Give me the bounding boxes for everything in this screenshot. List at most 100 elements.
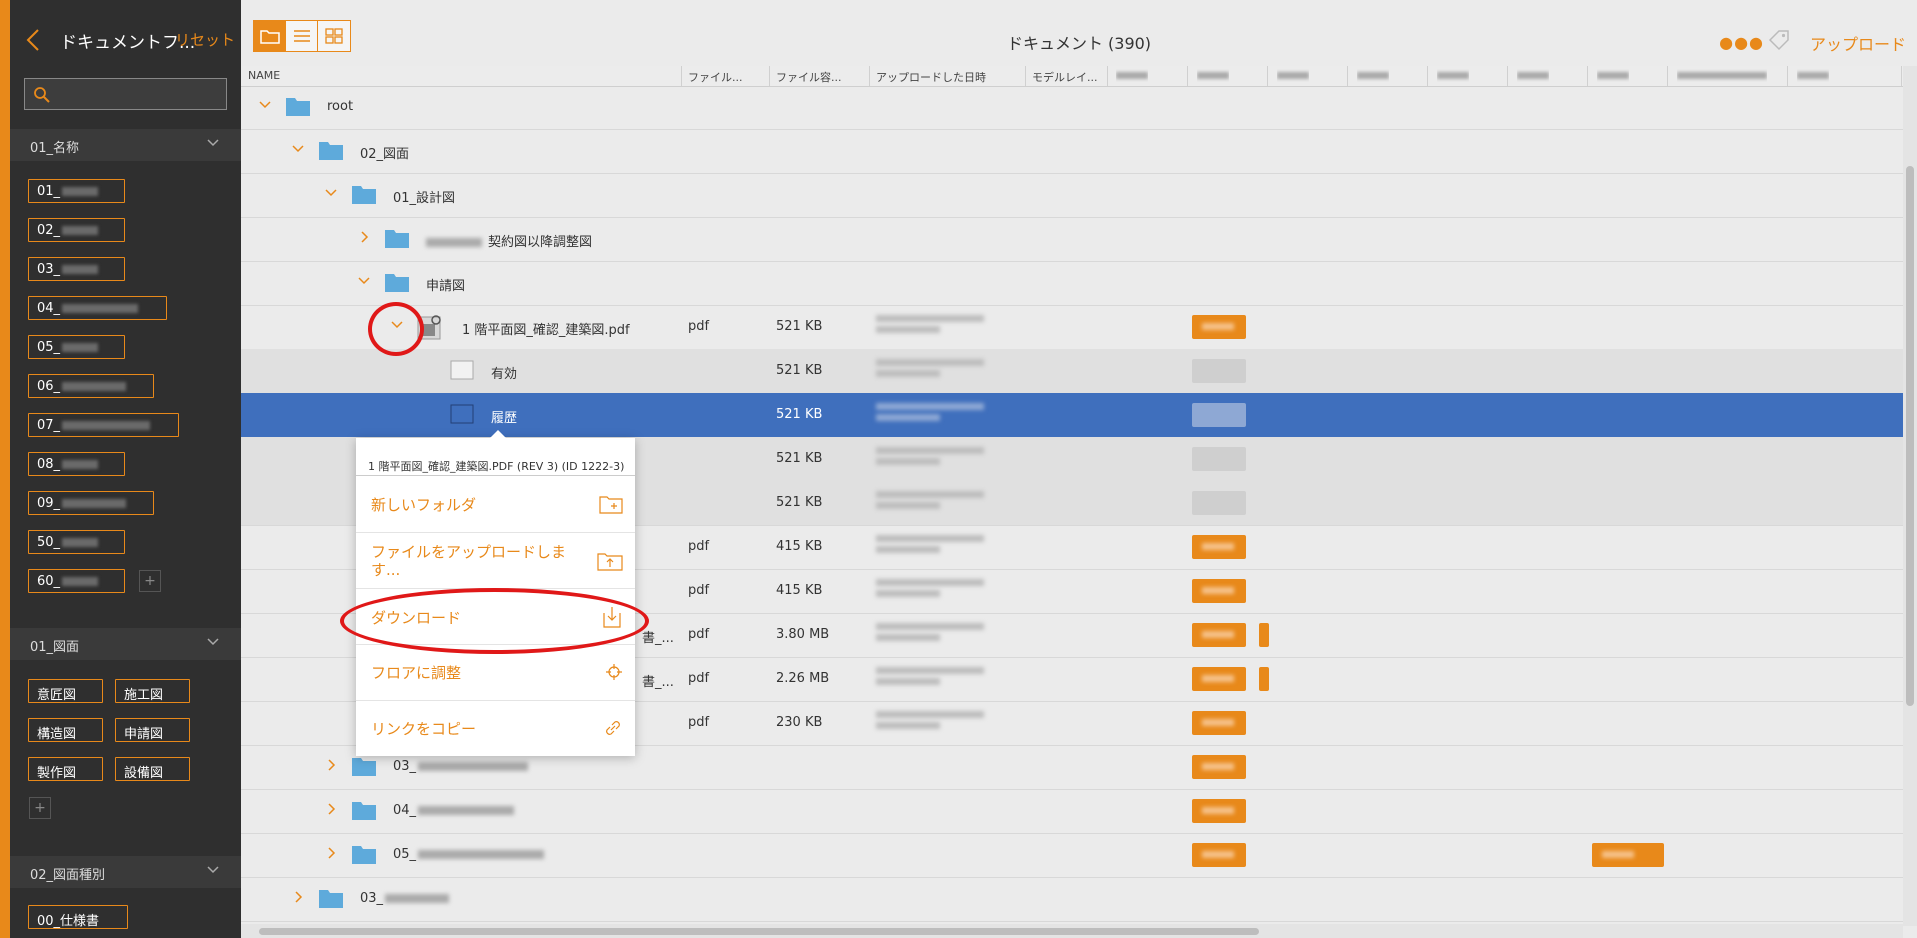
chevron-right-icon[interactable] [292, 890, 304, 904]
new-folder-icon [599, 496, 623, 514]
link-icon [606, 721, 620, 735]
column-file-size[interactable]: ファイル容... [776, 69, 842, 85]
section-label: 01_図面 [30, 640, 80, 655]
filter-tag[interactable]: 04_ [28, 296, 167, 320]
tree-row-folder[interactable]: 05_ [241, 833, 1903, 878]
add-tag-button[interactable]: + [29, 797, 51, 819]
tag-icon[interactable] [1767, 28, 1791, 52]
filter-tag[interactable]: 02_ [28, 218, 125, 242]
menu-item-new-folder[interactable]: 新しいフォルダ [356, 476, 635, 533]
folder-icon [385, 274, 409, 292]
filter-tag[interactable]: 50_ [28, 530, 125, 554]
filter-tag[interactable]: 設備図 [115, 757, 190, 781]
horizontal-scrollbar[interactable] [241, 924, 1903, 938]
search-icon [34, 87, 50, 103]
filter-tag[interactable]: 意匠図 [28, 679, 103, 703]
folder-icon [385, 230, 409, 248]
filter-tag[interactable]: 05_ [28, 335, 125, 359]
chevron-down-icon[interactable] [391, 318, 403, 332]
filter-tag[interactable]: 07_ [28, 413, 179, 437]
filter-tag[interactable]: 製作図 [28, 757, 103, 781]
scroll-thumb[interactable] [1906, 166, 1914, 706]
tree-row-folder[interactable]: 契約図以降調整図 [241, 217, 1903, 262]
column-model-layer[interactable]: モデルレイ... [1032, 69, 1098, 85]
menu-item-copy-link[interactable]: リンクをコピー [356, 701, 635, 756]
status-badge [1192, 579, 1246, 603]
filter-tag[interactable]: 申請図 [115, 718, 190, 742]
menu-item-upload-file[interactable]: ファイルをアップロードします... [356, 533, 635, 589]
folder-icon [352, 846, 376, 864]
status-badge [1259, 623, 1269, 647]
column-blurred [1597, 69, 1629, 82]
filter-tag[interactable]: 09_ [28, 491, 154, 515]
chevron-right-icon[interactable] [325, 758, 337, 772]
chevron-down-icon [207, 139, 219, 147]
row-name: 04_ [393, 803, 520, 818]
menu-item-floor-adjust[interactable]: フロアに調整 [356, 645, 635, 701]
more-options-icon[interactable]: ●●● [1719, 33, 1764, 52]
menu-item-download[interactable]: ダウンロード [356, 589, 635, 645]
column-name[interactable]: NAME [248, 69, 280, 82]
row-upload-date [876, 667, 984, 689]
chevron-down-icon[interactable] [358, 274, 370, 288]
toolbar: ドキュメント (390) ●●● アップロード [241, 0, 1917, 66]
filter-tag[interactable]: 施工図 [115, 679, 190, 703]
download-icon [603, 607, 621, 628]
chevron-right-icon[interactable] [325, 802, 337, 816]
section-header-type[interactable]: 02_図面種別 [10, 856, 241, 888]
column-upload-date[interactable]: アップロードした日時 [876, 69, 986, 85]
menu-item-label: ファイルをアップロードします... [371, 543, 567, 579]
status-badge [1192, 667, 1246, 691]
tree-row-folder[interactable]: 申請図 [241, 261, 1903, 306]
row-upload-date [876, 315, 984, 337]
row-name: 1 階平面図_確認_建築図.pdf [462, 323, 630, 338]
filter-tag[interactable]: 60_ [28, 569, 125, 593]
row-size: 521 KB [776, 407, 823, 422]
status-badge [1192, 755, 1246, 779]
filter-tag[interactable]: 06_ [28, 374, 154, 398]
tree-row-folder[interactable]: 02_図面 [241, 129, 1903, 174]
tree-row-revision[interactable]: 有効 521 KB [241, 349, 1903, 394]
chevron-right-icon[interactable] [325, 846, 337, 860]
filter-tag[interactable]: 01_ [28, 179, 125, 203]
reset-link[interactable]: リセット [175, 29, 235, 50]
chevron-down-icon[interactable] [292, 142, 304, 156]
row-name: 03_ [360, 891, 455, 906]
vertical-scrollbar[interactable] [1903, 66, 1917, 926]
column-blurred [1357, 69, 1389, 82]
add-tag-button[interactable]: + [139, 570, 161, 592]
tree-row-folder[interactable]: 04_ [241, 789, 1903, 834]
filter-search-input[interactable] [24, 78, 227, 110]
chevron-down-icon [207, 638, 219, 646]
filter-tag[interactable]: 08_ [28, 452, 125, 476]
row-name: 申請図 [426, 279, 466, 294]
filter-tag[interactable]: 00_仕様書 [28, 905, 128, 929]
document-icon [450, 360, 474, 380]
tree-row-folder[interactable]: 01_設計図 [241, 173, 1903, 218]
chevron-down-icon[interactable] [259, 98, 271, 112]
chevron-right-icon[interactable] [358, 230, 370, 244]
section-label: 01_名称 [30, 141, 80, 156]
filter-tag[interactable]: 03_ [28, 257, 125, 281]
row-name: 01_設計図 [393, 191, 456, 206]
back-chevron-icon[interactable] [24, 24, 42, 56]
column-blurred [1197, 69, 1229, 82]
sidebar-header: ドキュメントフ... リセット [10, 0, 241, 74]
tree-row-folder[interactable]: 03_ [241, 877, 1903, 922]
scroll-thumb[interactable] [259, 928, 1259, 935]
column-file-type[interactable]: ファイル... [688, 69, 743, 85]
menu-item-label: ダウンロード [371, 609, 462, 627]
menu-item-label: 新しいフォルダ [371, 496, 477, 514]
chevron-down-icon[interactable] [325, 186, 337, 200]
row-upload-date [876, 359, 984, 381]
column-blurred [1116, 69, 1148, 82]
tree-row-folder[interactable]: root [241, 85, 1903, 130]
column-header: NAME ファイル... ファイル容... アップロードした日時 モデルレイ..… [241, 66, 1917, 87]
tree-row-file[interactable]: 1 階平面図_確認_建築図.pdf pdf 521 KB [241, 305, 1903, 350]
column-blurred [1277, 69, 1309, 82]
filter-tag[interactable]: 構造図 [28, 718, 103, 742]
upload-button[interactable]: アップロード [1810, 31, 1906, 55]
section-header-drawing[interactable]: 01_図面 [10, 628, 241, 660]
row-size: 230 KB [776, 715, 823, 730]
section-header-name[interactable]: 01_名称 [10, 129, 241, 161]
